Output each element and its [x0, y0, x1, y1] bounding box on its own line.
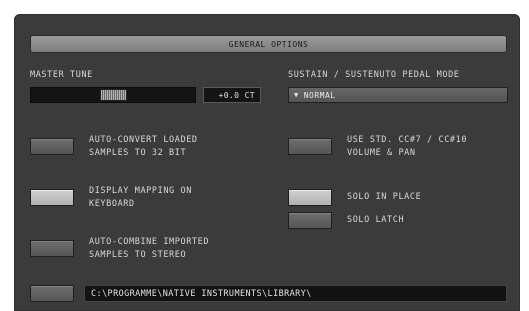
options-panel	[14, 14, 520, 311]
auto-combine-toggle[interactable]	[30, 240, 74, 257]
pedal-mode-selected: NORMAL	[303, 90, 336, 100]
master-tune-slider-thumb[interactable]	[99, 89, 127, 101]
solo-in-place-toggle[interactable]	[288, 189, 332, 206]
library-path-text: C:\PROGRAMME\NATIVE INSTRUMENTS\LIBRARY\	[91, 288, 312, 299]
use-std-cc-toggle[interactable]	[288, 138, 332, 155]
library-path-toggle[interactable]	[30, 285, 74, 302]
solo-in-place-label: SOLO IN PLACE	[347, 192, 422, 202]
master-tune-label: MASTER TUNE	[30, 70, 93, 80]
pedal-mode-dropdown[interactable]: ▼ NORMAL	[288, 87, 508, 103]
dropdown-arrow-icon: ▼	[294, 91, 299, 99]
display-mapping-label: DISPLAY MAPPING ON KEYBOARD	[89, 186, 192, 209]
library-path-field[interactable]: C:\PROGRAMME\NATIVE INSTRUMENTS\LIBRARY\	[84, 285, 507, 302]
master-tune-slider[interactable]	[30, 87, 196, 103]
auto-convert-label: AUTO-CONVERT LOADED SAMPLES TO 32 BIT	[89, 135, 198, 158]
auto-convert-toggle[interactable]	[30, 138, 74, 155]
solo-latch-label: SOLO LATCH	[347, 215, 405, 225]
use-std-cc-label: USE STD. CC#7 / CC#10 VOLUME & PAN	[347, 135, 468, 158]
section-header: GENERAL OPTIONS	[30, 35, 507, 53]
master-tune-value-text: +0.0 CT	[218, 90, 255, 100]
section-title: GENERAL OPTIONS	[228, 39, 309, 49]
auto-combine-label: AUTO-COMBINE IMPORTED SAMPLES TO STEREO	[89, 237, 210, 260]
display-mapping-toggle[interactable]	[30, 189, 74, 206]
master-tune-value[interactable]: +0.0 CT	[203, 87, 261, 103]
solo-latch-toggle[interactable]	[288, 212, 332, 229]
pedal-mode-label: SUSTAIN / SUSTENUTO PEDAL MODE	[288, 70, 460, 80]
